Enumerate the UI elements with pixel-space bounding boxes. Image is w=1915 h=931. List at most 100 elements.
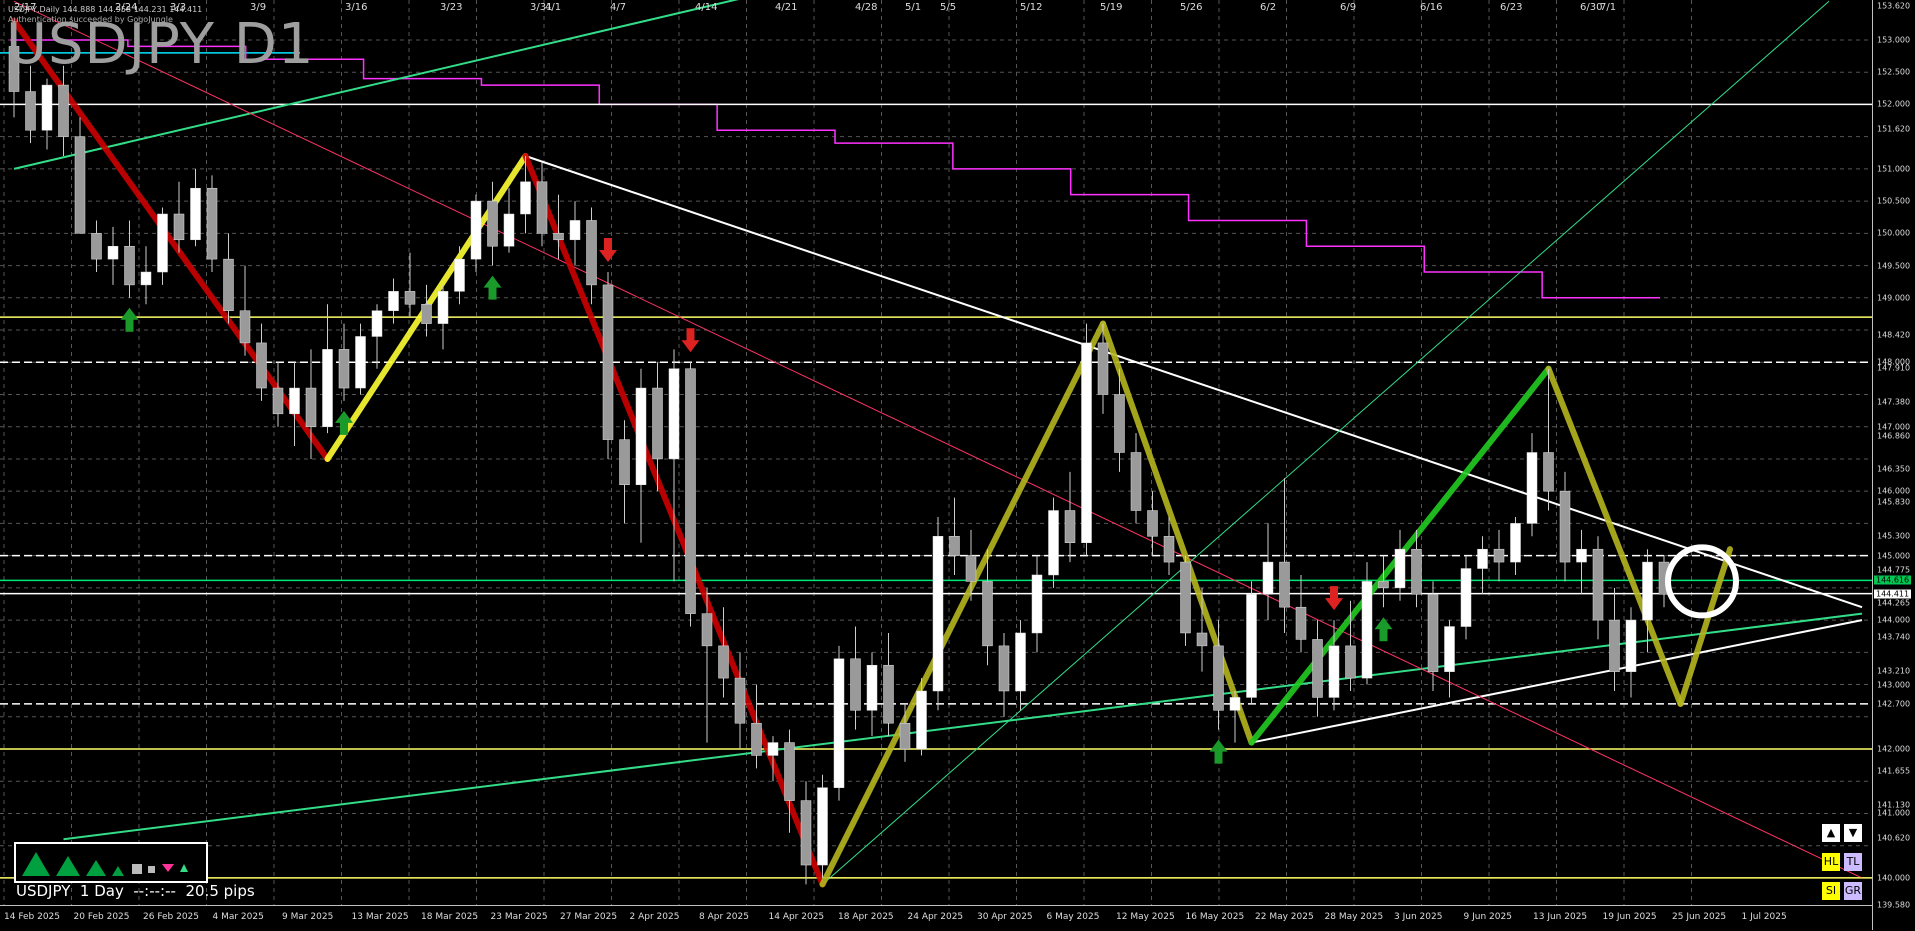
candle-body [223, 258, 234, 311]
candle-body [1229, 697, 1241, 711]
price-axis[interactable]: 153.620 153.000 152.500 152.000 151.620 151.0… [1872, 0, 1915, 930]
up-arrow-icon [120, 307, 139, 332]
candle-body [1180, 561, 1191, 634]
candle-body [1163, 536, 1175, 563]
price-tick-label: 139.580 [1877, 900, 1911, 910]
zigzag-segment [819, 320, 1106, 888]
candle-body [1361, 581, 1373, 679]
price-tick-label: 142.000 [1877, 744, 1911, 754]
candle-body [190, 187, 201, 241]
price-tick-label: 146.000 [1877, 486, 1911, 496]
price-tick-label: 147.380 [1877, 397, 1911, 407]
price-tick-label: 146.350 [1877, 464, 1911, 474]
candle-body [734, 677, 746, 724]
candle-body [421, 303, 432, 324]
candle-body [1081, 342, 1092, 543]
price-tick-label: 143.740 [1877, 632, 1911, 642]
candle-body [1592, 548, 1604, 621]
candle-body [470, 200, 482, 260]
candle-body [1246, 594, 1257, 698]
price-tick-label: 150.500 [1877, 196, 1911, 206]
trend-line [63, 612, 1863, 841]
candle-body [107, 245, 119, 260]
down-arrow-icon [1325, 586, 1343, 611]
candle-body [1130, 452, 1142, 511]
time-tick-label: 9 Jun 2025 [1463, 912, 1512, 922]
candle-body [1477, 548, 1488, 569]
time-axis[interactable]: 14 Feb 2025 20 Feb 2025 26 Feb 2025 4 Mar 2… [0, 905, 1872, 931]
price-tick-label: 147.910 [1877, 363, 1911, 373]
candle-body [569, 220, 581, 241]
price-tick-label: 145.000 [1877, 551, 1911, 561]
arrow-down-button[interactable]: ▼ [1844, 824, 1862, 842]
price-tick-label: 140.000 [1877, 873, 1911, 883]
candle-body [256, 342, 267, 389]
candle-body [371, 310, 383, 337]
time-tick-label: 4 Mar 2025 [212, 912, 264, 922]
candle-body [932, 536, 944, 692]
candle-body [635, 387, 647, 485]
time-tick-label: 22 May 2025 [1255, 912, 1314, 922]
time-tick-label: 8 Apr 2025 [699, 912, 749, 922]
candle-body [883, 664, 894, 724]
target-circle-icon [1665, 544, 1739, 619]
top-date-label: 4/14 [695, 2, 718, 13]
time-tick-label: 2 Apr 2025 [629, 912, 680, 922]
candle-body [1609, 619, 1620, 672]
top-date-label: 2/17 [14, 2, 37, 13]
candle-body [1064, 510, 1076, 543]
candle-body [553, 233, 564, 241]
gr-button[interactable]: GR [1844, 882, 1862, 900]
legend-arrows-icon [22, 852, 188, 876]
price-tick-label: 152.000 [1877, 99, 1911, 109]
candle-body [619, 439, 630, 485]
status-text: USDJPY 1 Day --:--:-- 20.5 pips [16, 882, 255, 900]
time-tick-label: 13 Mar 2025 [351, 912, 409, 922]
candle-body [1015, 632, 1026, 692]
time-tick-label: 14 Apr 2025 [768, 912, 825, 922]
candle-body [685, 368, 696, 614]
chart-area[interactable]: USDJPY,Daily 144.888 144.958 144.231 144… [0, 0, 1872, 905]
arrow-up-button[interactable]: ▲ [1822, 824, 1840, 842]
hl-button[interactable]: HL [1822, 853, 1840, 871]
price-tick-label: 147.000 [1877, 422, 1911, 432]
tl-button[interactable]: TL [1844, 853, 1862, 871]
top-date-label: 3/23 [440, 2, 463, 13]
price-tick-label: 140.620 [1877, 833, 1911, 843]
zigzag-segment [1677, 546, 1733, 707]
candle-body [206, 187, 218, 260]
price-tick-label: 145.300 [1877, 531, 1911, 541]
candle-body [91, 233, 102, 260]
top-date-label: 3/9 [250, 2, 267, 13]
time-tick-label: 26 Feb 2025 [143, 912, 200, 922]
candle-body [833, 658, 845, 788]
candle-body [965, 555, 977, 582]
top-date-label: 6/9 [1340, 2, 1357, 13]
price-tick-label: 153.620 [1877, 1, 1911, 11]
candle-body [58, 84, 69, 137]
candle-body [272, 387, 284, 415]
candles [8, 20, 1670, 885]
top-date-label: 5/12 [1020, 2, 1043, 13]
top-date-label: 5/1 [905, 2, 922, 13]
chart-svg [0, 0, 1872, 905]
top-date-label: 4/1 [545, 2, 562, 13]
time-tick-label: 12 May 2025 [1116, 912, 1175, 922]
candle-body [1378, 581, 1389, 589]
candle-body [1642, 561, 1653, 621]
si-button[interactable]: SI [1822, 882, 1840, 900]
price-tick-label: 145.830 [1877, 497, 1911, 507]
top-date-label: 5/5 [940, 2, 957, 13]
top-date-label: 5/26 [1180, 2, 1203, 13]
candle-body [982, 581, 993, 647]
candle-body [652, 387, 663, 460]
green-price-label: 144.616 [1874, 575, 1912, 585]
trend-line [1251, 619, 1863, 744]
candle-body [305, 387, 317, 427]
candle-body [404, 291, 416, 305]
down-arrow-icon [681, 328, 700, 353]
time-tick-label: 28 May 2025 [1324, 912, 1384, 922]
candle-body [1543, 452, 1554, 492]
candle-body [289, 387, 300, 415]
candle-body [1345, 645, 1356, 679]
